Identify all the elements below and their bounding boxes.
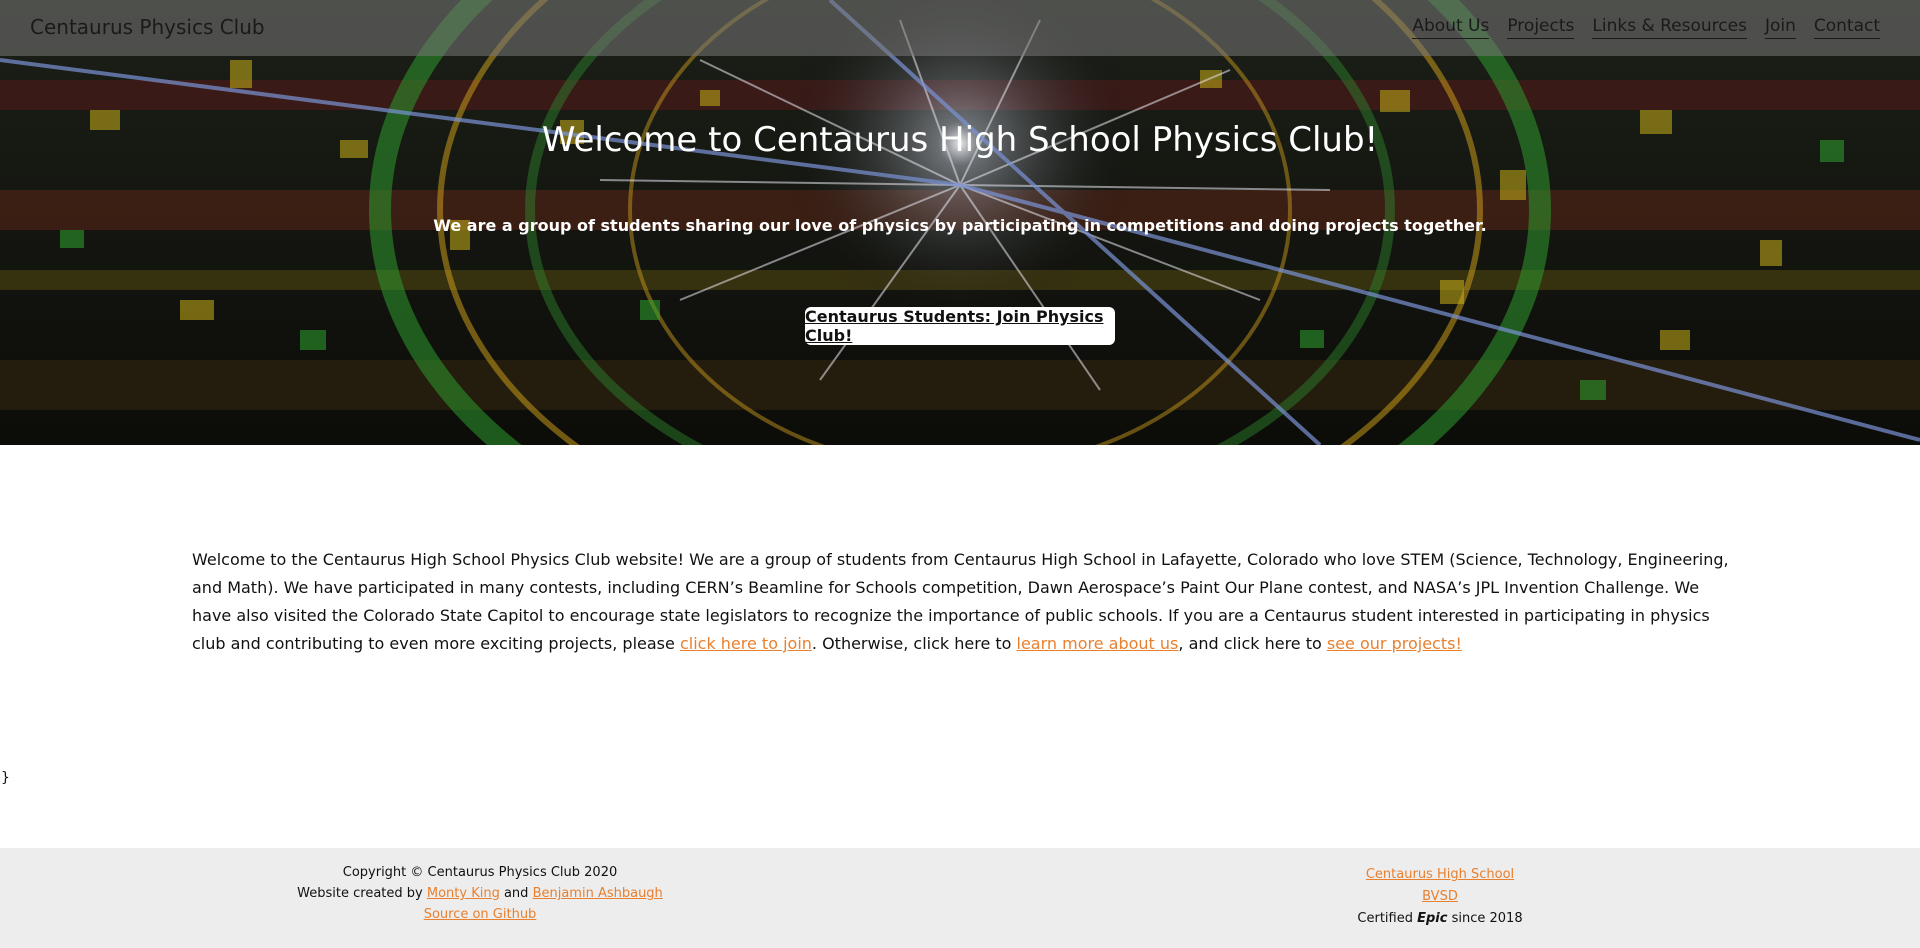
author-benjamin-ashbaugh-link[interactable]: Benjamin Ashbaugh [533,886,663,901]
stray-brace-text: } [1,770,10,786]
bvsd-link[interactable]: BVSD [1240,886,1640,908]
certified-epic-emphasis: Epic [1417,911,1448,926]
join-link[interactable]: click here to join [680,634,812,653]
nav-link-projects[interactable]: Projects [1507,16,1575,39]
created-by-label: Website created by [297,886,427,901]
nav-link-join[interactable]: Join [1764,16,1796,39]
author-monty-king-link[interactable]: Monty King [427,886,500,901]
nav-link-links-resources[interactable]: Links & Resources [1592,16,1747,39]
hero-subtitle: We are a group of students sharing our l… [433,216,1487,235]
intro-text-3: , and click here to [1178,634,1327,653]
top-navbar: Centaurus Physics Club About Us Projects… [0,0,1920,56]
join-club-button[interactable]: Centaurus Students: Join Physics Club! [805,307,1115,345]
footer-school-links: Centaurus High School BVSD Certified Epi… [1240,864,1640,930]
intro-text-2: . Otherwise, click here to [811,634,1017,653]
copyright-text: Copyright © Centaurus Physics Club 2020 [342,865,618,880]
brand-logo-link[interactable]: Centaurus Physics Club [30,15,265,39]
about-link[interactable]: learn more about us [1017,634,1179,653]
intro-paragraph: Welcome to the Centaurus High School Phy… [192,546,1732,658]
certified-prefix: Certified [1357,911,1418,926]
footer-credits: Copyright © Centaurus Physics Club 2020 … [280,862,680,925]
and-text: and [499,886,533,901]
created-by-line: Website created by Monty King and Benjam… [280,883,680,904]
footer: Copyright © Centaurus Physics Club 2020 … [0,848,1920,948]
github-source-link[interactable]: Source on Github [280,904,680,925]
nav-links: About Us Projects Links & Resources Join… [1412,16,1880,39]
hero-title: Welcome to Centaurus High School Physics… [541,120,1379,160]
hero-section: Centaurus Physics Club About Us Projects… [0,0,1920,445]
nav-link-about-us[interactable]: About Us [1412,16,1490,39]
certified-suffix: since 2018 [1447,911,1523,926]
nav-link-contact[interactable]: Contact [1813,16,1880,39]
projects-link[interactable]: see our projects! [1327,634,1462,653]
centaurus-high-school-link[interactable]: Centaurus High School [1240,864,1640,886]
certified-epic-text: Certified Epic since 2018 [1240,908,1640,930]
